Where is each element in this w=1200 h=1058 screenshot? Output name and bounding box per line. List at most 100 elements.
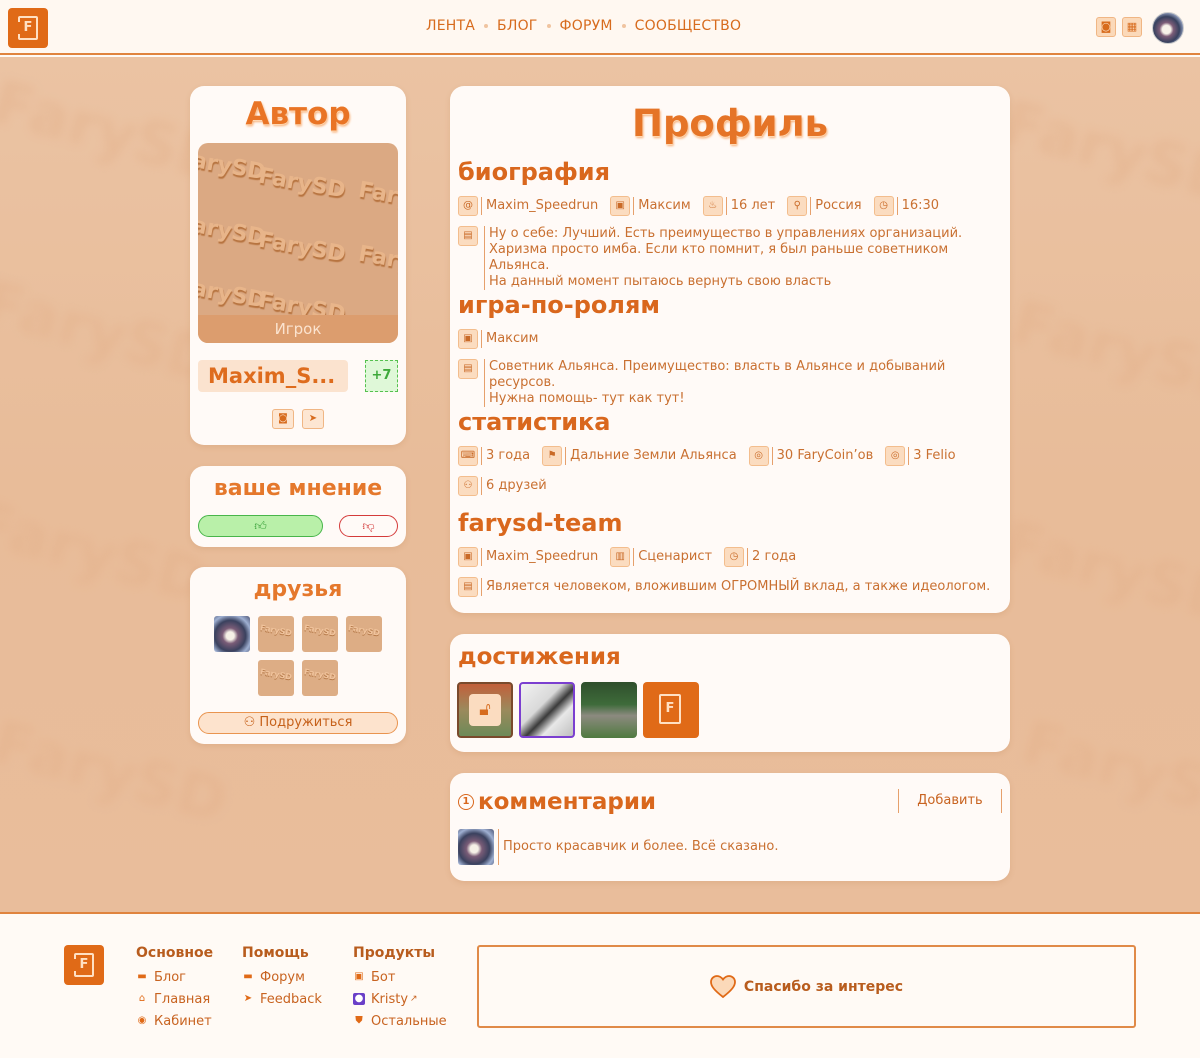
footer-link-kristy[interactable]: ● Kristy ↗	[353, 988, 447, 1010]
badge-icon: ▥	[610, 547, 631, 567]
footer-link-bot[interactable]: ▣ Бот	[353, 966, 447, 988]
nav-separator	[546, 24, 551, 28]
site-logo[interactable]: F	[8, 8, 48, 48]
stats-played: 3 года	[481, 447, 530, 465]
thumbs-down-icon: 👎︎	[362, 519, 375, 533]
bio-name: Максим	[633, 197, 691, 215]
message-icon: ▤	[458, 226, 478, 246]
chat-icon: ▬	[243, 971, 253, 982]
calendar-icon[interactable]: ▦	[1122, 17, 1142, 37]
message-icon: ▤	[458, 577, 478, 597]
friend-avatar[interactable]: FarySD	[302, 616, 338, 652]
footer-link-home[interactable]: ⌂ Главная	[136, 988, 213, 1010]
achievement-badge[interactable]	[581, 682, 637, 738]
achievements-card: достижения 🔓︎ F	[450, 634, 1010, 752]
stats-felio: 3 Felio	[908, 447, 956, 465]
user-avatar[interactable]	[1152, 12, 1184, 44]
main-nav: ЛЕНТА БЛОГ ФОРУМ СООБЩЕСТВО	[426, 18, 741, 34]
discord-icon[interactable]: ◙	[272, 409, 294, 429]
thanks-banner: Спасибо за интерес	[477, 945, 1136, 1028]
message-icon: ▬	[137, 971, 147, 982]
comments-card: 1 комментарии Добавить Просто красавчик …	[450, 773, 1010, 881]
footer-logo[interactable]: F	[64, 945, 104, 985]
footer-link-cabinet[interactable]: ◉ Кабинет	[136, 1010, 213, 1032]
friend-avatar[interactable]: FarySD	[302, 660, 338, 696]
map-icon: ⚑	[542, 446, 563, 466]
befriend-button[interactable]: ⚇ Подружиться	[198, 712, 398, 734]
bio-info-row: @ Maxim_Speedrun ▣ Максим ♨ 16 лет ⚲ Россия …	[458, 196, 951, 216]
footer-link-blog[interactable]: ▬ Блог	[136, 966, 213, 988]
site-footer: F Основное ▬ Блог ⌂ Главная ◉ Кабинет Помощ…	[0, 912, 1200, 1058]
add-comment-button[interactable]: Добавить	[898, 789, 1002, 813]
team-about: Является человеком, вложившим ОГРОМНЫЙ в…	[481, 578, 990, 596]
nav-separator	[621, 24, 626, 28]
footer-link-others[interactable]: ⛊ Остальные	[353, 1010, 446, 1032]
bio-time: 16:30	[896, 197, 939, 215]
team-position: Сценарист	[633, 548, 712, 566]
lock-icon: 🔓︎	[469, 694, 501, 726]
cake-icon: ♨	[702, 196, 723, 216]
logo-letter: F	[16, 16, 38, 40]
like-button[interactable]: 👍︎	[198, 515, 323, 537]
footer-link-feedback[interactable]: ➤ Feedback	[242, 988, 322, 1010]
profile-title: Профиль	[631, 102, 828, 145]
coins-icon: ◎	[748, 446, 769, 466]
nav-blog[interactable]: БЛОГ	[497, 18, 538, 34]
footer-link-forum[interactable]: ▬ Форум	[242, 966, 322, 988]
telegram-icon[interactable]: ➤	[302, 409, 324, 429]
home-icon: ⌂	[138, 993, 146, 1004]
send-icon: ➤	[243, 993, 253, 1004]
roleplay-about: ▤ Советник Альянса. Преимущество: власть…	[458, 359, 1010, 407]
coins-icon: ◎	[885, 446, 906, 466]
external-link-icon: ↗	[410, 994, 418, 1004]
stats-row-2: ⚇ 6 друзей	[458, 476, 559, 496]
discord-icon[interactable]: ◙	[1096, 17, 1116, 37]
nav-forum[interactable]: ФОРУМ	[560, 18, 613, 34]
author-banner-image: FarySD FarySD FarySD FarySD FarySD FaryS…	[198, 143, 398, 343]
nav-separator	[484, 24, 489, 28]
stats-location: Дальние Земли Альянса	[565, 447, 737, 465]
add-user-icon: ⚇	[243, 715, 260, 730]
stats-row: ⌨ 3 года ⚑ Дальние Земли Альянса ◎ 30 FaryC…	[458, 446, 968, 466]
friend-avatar[interactable]: FarySD	[346, 616, 382, 652]
id-card-icon: ▣	[458, 329, 478, 349]
friend-avatar[interactable]	[214, 616, 250, 652]
friends-icon: ⚇	[458, 476, 478, 496]
friend-avatar[interactable]: FarySD	[258, 660, 294, 696]
message-icon: ▤	[458, 359, 478, 379]
friends-card: друзья FarySD FarySD FarySD FarySD FaryS…	[190, 567, 406, 744]
achievement-badge[interactable]	[519, 682, 575, 738]
id-card-icon: ▣	[610, 196, 631, 216]
bio-section-title: биография	[458, 158, 611, 186]
author-title: Автор	[245, 96, 351, 132]
author-nickname: Maxim_S...	[198, 360, 348, 392]
user-circle-icon: ◉	[137, 1015, 147, 1026]
roleplay-section-title: игра-по-ролям	[458, 291, 660, 319]
logo-letter: F	[659, 694, 681, 724]
roleplay-name: Максим	[481, 330, 538, 348]
nav-feed[interactable]: ЛЕНТА	[426, 18, 475, 34]
achievement-badge[interactable]: F	[643, 682, 699, 738]
nav-community[interactable]: СООБЩЕСТВО	[635, 18, 742, 34]
bot-icon: ▣	[354, 971, 364, 982]
opinion-card: ваше мнение 👍︎ 👎︎	[190, 466, 406, 547]
team-login: Maxim_Speedrun	[481, 548, 598, 566]
comments-title: 1 комментарии	[458, 789, 656, 815]
locked-achievement[interactable]: 🔓︎	[457, 682, 513, 738]
roleplay-info-row: ▣ Максим	[458, 329, 550, 349]
reputation-badge[interactable]: +7	[365, 360, 398, 392]
footer-col-main: Основное ▬ Блог ⌂ Главная ◉ Кабинет	[136, 945, 213, 1032]
stats-coins: 30 FaryCoin’ов	[771, 447, 873, 465]
comment-author-avatar[interactable]	[458, 829, 494, 865]
bio-about: ▤ Ну о себе: Лучший. Есть преимущество в…	[458, 226, 1010, 290]
dislike-button[interactable]: 👎︎	[339, 515, 398, 537]
bio-age: 16 лет	[725, 197, 775, 215]
bio-country: Россия	[810, 197, 862, 215]
top-header: F ЛЕНТА БЛОГ ФОРУМ СООБЩЕСТВО ◙ ▦	[0, 0, 1200, 55]
stats-friends: 6 друзей	[481, 477, 547, 495]
author-role: Игрок	[198, 315, 398, 343]
team-section-title: farysd-team	[458, 509, 623, 537]
location-pin-icon: ⚲	[787, 196, 808, 216]
achievements-title: достижения	[458, 644, 621, 670]
friend-avatar[interactable]: FarySD	[258, 616, 294, 652]
